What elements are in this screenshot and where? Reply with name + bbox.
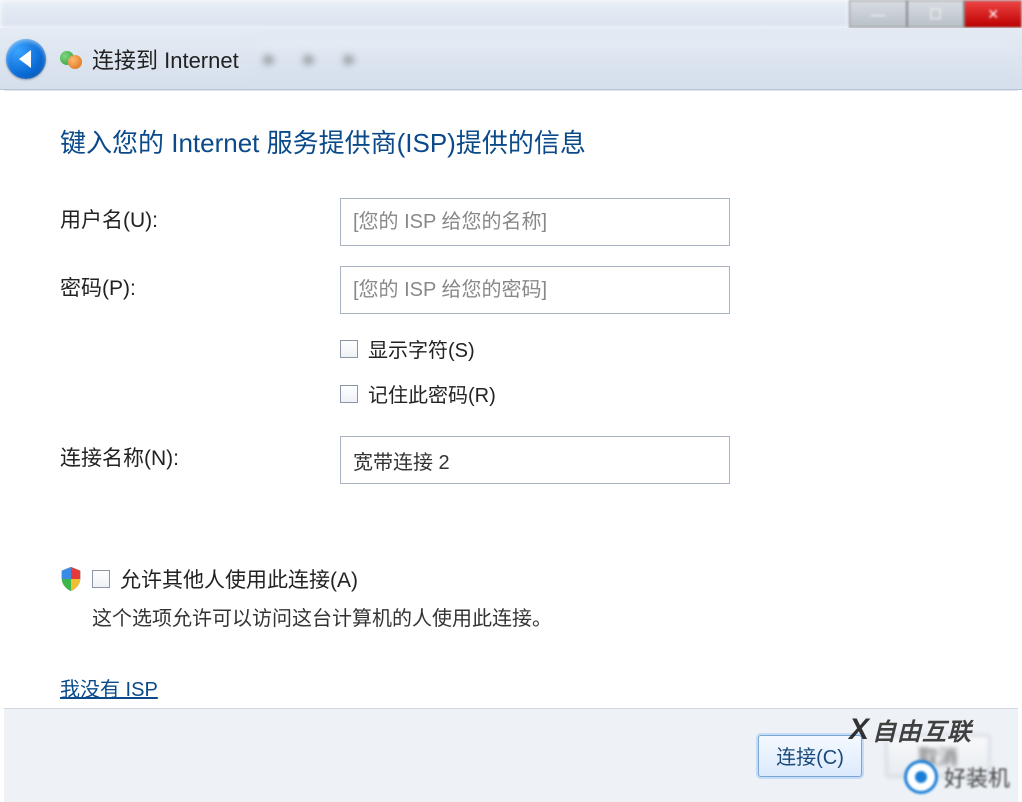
- show-characters-label: 显示字符(S): [368, 334, 475, 363]
- show-characters-checkbox[interactable]: [340, 340, 358, 358]
- network-internet-icon: [60, 48, 82, 70]
- nav-title: 连接到 Internet: [92, 43, 239, 75]
- blurred-window-chrome-top: [0, 0, 849, 28]
- connection-name-input[interactable]: [340, 436, 730, 484]
- show-characters-row: 显示字符(S): [340, 334, 962, 363]
- remember-password-row: 记住此密码(R): [340, 379, 962, 408]
- password-row: 密码(P):: [60, 266, 962, 314]
- allow-others-label: 允许其他人使用此连接(A): [120, 564, 358, 594]
- window-controls: — ☐ ✕: [849, 0, 1022, 28]
- allow-others-description: 这个选项允许可以访问这台计算机的人使用此连接。: [92, 602, 552, 631]
- allow-others-line: 允许其他人使用此连接(A): [92, 564, 552, 594]
- no-isp-link[interactable]: 我没有 ISP: [60, 673, 158, 702]
- blurred-breadcrumb: ▸▸▸: [255, 40, 1014, 76]
- username-row: 用户名(U):: [60, 198, 962, 246]
- connect-button[interactable]: 连接(C): [758, 735, 862, 777]
- allow-others-checkbox[interactable]: [92, 570, 110, 588]
- remember-password-checkbox[interactable]: [340, 385, 358, 403]
- back-button[interactable]: [6, 39, 46, 79]
- minimize-button[interactable]: —: [849, 0, 907, 28]
- cancel-button[interactable]: 取消: [886, 735, 990, 777]
- remember-password-label: 记住此密码(R): [368, 379, 496, 408]
- maximize-button[interactable]: ☐: [907, 0, 965, 28]
- footer-bar: 连接(C) 取消: [4, 708, 1018, 802]
- close-button[interactable]: ✕: [964, 0, 1022, 28]
- password-input[interactable]: [340, 266, 730, 314]
- connection-name-label: 连接名称(N):: [60, 436, 340, 472]
- password-label: 密码(P):: [60, 266, 340, 302]
- back-arrow-icon: [19, 50, 31, 68]
- shield-icon: [60, 566, 82, 592]
- username-label: 用户名(U):: [60, 198, 340, 234]
- page-heading: 键入您的 Internet 服务提供商(ISP)提供的信息: [60, 123, 962, 160]
- allow-others-row: 允许其他人使用此连接(A) 这个选项允许可以访问这台计算机的人使用此连接。: [60, 564, 962, 631]
- username-input[interactable]: [340, 198, 730, 246]
- connection-name-row: 连接名称(N):: [60, 436, 962, 484]
- content-area: 键入您的 Internet 服务提供商(ISP)提供的信息 用户名(U): 密码…: [4, 90, 1018, 704]
